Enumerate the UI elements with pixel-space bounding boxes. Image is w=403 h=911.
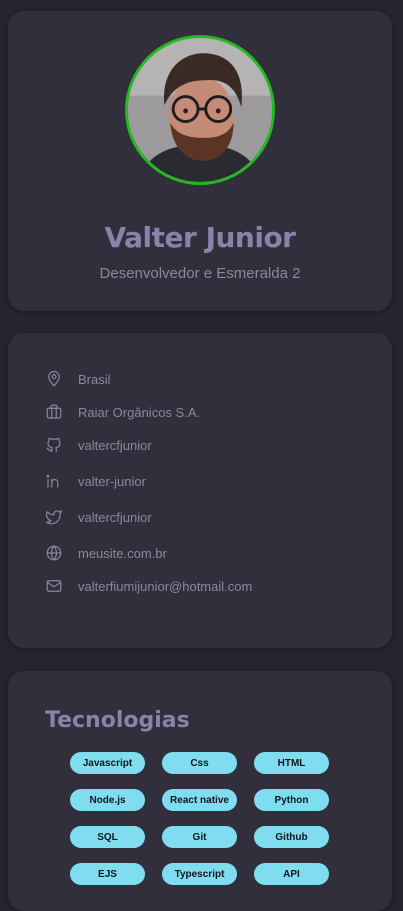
info-item-email[interactable]: valterfiumijunior@hotmail.com <box>44 574 364 598</box>
info-item-company: Raiar Orgânicos S.A. <box>44 400 364 424</box>
info-item-label: valter-junior <box>78 473 146 489</box>
info-item-twitter[interactable]: valtercfjunior <box>44 505 364 529</box>
info-item-github[interactable]: valtercfjunior <box>44 433 364 457</box>
profile-name: Valter Junior <box>104 221 297 254</box>
twitter-icon <box>44 507 64 527</box>
tech-chip: React native <box>162 789 237 811</box>
info-item-website[interactable]: meusite.com.br <box>44 541 364 565</box>
github-icon <box>44 435 64 455</box>
technologies-title: Tecnologias <box>45 708 190 733</box>
globe-icon <box>44 543 64 563</box>
tech-chip: Github <box>254 826 329 848</box>
tech-chip: EJS <box>70 863 145 885</box>
info-item-label: valtercfjunior <box>78 437 152 453</box>
mail-icon <box>44 576 64 596</box>
info-item-label: Raiar Orgânicos S.A. <box>78 404 201 420</box>
info-item-label: valtercfjunior <box>78 509 152 525</box>
technologies-card: Tecnologias Javascript Css HTML Node.js … <box>8 671 392 911</box>
tech-chip: Node.js <box>70 789 145 811</box>
profile-card: Valter Junior Desenvolvedor e Esmeralda … <box>8 11 392 311</box>
tech-chip: Javascript <box>70 752 145 774</box>
linkedin-icon <box>44 471 64 491</box>
info-item-linkedin[interactable]: valter-junior <box>44 469 364 493</box>
tech-chip: API <box>254 863 329 885</box>
info-item-label: meusite.com.br <box>78 545 167 561</box>
avatar-photo <box>128 38 272 182</box>
profile-role: Desenvolvedor e Esmeralda 2 <box>99 265 301 282</box>
briefcase-icon <box>44 402 64 422</box>
tech-chip: SQL <box>70 826 145 848</box>
tech-chip: HTML <box>254 752 329 774</box>
avatar <box>125 35 275 185</box>
tech-chip: Python <box>254 789 329 811</box>
location-pin-icon <box>44 369 64 389</box>
tech-chip: Git <box>162 826 237 848</box>
info-item-location: Brasil <box>44 367 364 391</box>
tech-chip: Typescript <box>162 863 237 885</box>
info-item-label: valterfiumijunior@hotmail.com <box>78 578 253 594</box>
tech-chip: Css <box>162 752 237 774</box>
info-card: Brasil Raiar Orgânicos S.A. valtercfjuni… <box>8 333 392 648</box>
info-item-label: Brasil <box>78 371 111 387</box>
